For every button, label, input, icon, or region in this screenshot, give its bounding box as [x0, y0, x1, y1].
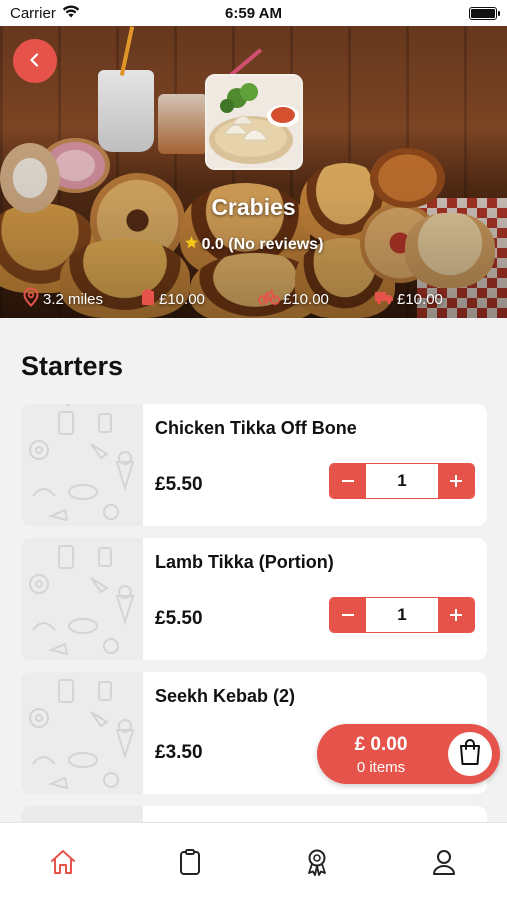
- status-bar: Carrier 6:59 AM: [0, 0, 507, 26]
- restaurant-hero: Crabies 0.0 (No reviews) 3.2 miles £10.0…: [0, 26, 507, 318]
- tab-home[interactable]: [33, 847, 93, 881]
- chevron-left-icon: [27, 52, 43, 71]
- status-time: 6:59 AM: [225, 4, 282, 22]
- menu-item-price: £5.50: [155, 608, 203, 629]
- distance-text: 3.2 miles: [43, 290, 104, 308]
- min-order-text: £10.00: [159, 290, 205, 308]
- cart-total: £ 0.00: [354, 734, 408, 755]
- minus-icon: [341, 467, 355, 495]
- view-cart-button[interactable]: £ 0.00 0 items: [317, 724, 500, 784]
- section-title: Starters: [21, 351, 124, 381]
- tab-orders[interactable]: [160, 847, 220, 881]
- truck-icon: [374, 289, 394, 309]
- restaurant-rating: 0.0 (No reviews): [0, 235, 507, 255]
- menu-item-name: Lamb Tikka (Portion): [155, 552, 334, 572]
- restaurant-thumbnail: [205, 74, 303, 170]
- location-pin-icon: [22, 287, 40, 311]
- food-placeholder-image: [21, 538, 143, 660]
- tab-rewards[interactable]: [287, 847, 347, 881]
- collection-fee-info: £10.00: [258, 289, 374, 309]
- increment-button[interactable]: [438, 464, 474, 498]
- home-icon: [49, 848, 77, 881]
- award-icon: [304, 848, 330, 881]
- cart-icon-badge: [448, 732, 492, 776]
- tab-profile[interactable]: [414, 847, 474, 881]
- distance-info: 3.2 miles: [22, 287, 140, 311]
- carrier-label: Carrier: [10, 4, 56, 22]
- bottom-tab-bar: [0, 822, 507, 900]
- restaurant-info-row: 3.2 miles £10.00 £10.00 £10.00: [22, 287, 493, 311]
- carrier-group: Carrier: [10, 5, 80, 22]
- cart-item-count: 0 items: [356, 759, 406, 776]
- food-placeholder-image: [21, 404, 143, 526]
- back-button[interactable]: [13, 39, 57, 83]
- shopping-bag-icon: [457, 738, 483, 771]
- star-icon: [184, 235, 199, 255]
- quantity-value: 1: [366, 598, 438, 632]
- battery-icon: [469, 6, 500, 20]
- delivery-fee-text: £10.00: [397, 290, 443, 308]
- increment-button[interactable]: [438, 598, 474, 632]
- quantity-value: 1: [366, 464, 438, 498]
- quantity-stepper[interactable]: 1: [329, 597, 475, 633]
- decrement-button[interactable]: [330, 464, 366, 498]
- food-placeholder-image: [21, 672, 143, 794]
- quantity-stepper[interactable]: 1: [329, 463, 475, 499]
- min-order-info: £10.00: [140, 288, 258, 310]
- rating-text: 0.0 (No reviews): [201, 236, 324, 253]
- collection-fee-text: £10.00: [283, 290, 329, 308]
- clipboard-icon: [178, 848, 202, 881]
- delivery-fee-info: £10.00: [374, 289, 443, 309]
- menu-item-name: Chicken Tikka Off Bone: [155, 418, 357, 438]
- plus-icon: [449, 467, 463, 495]
- bag-icon: [140, 288, 156, 310]
- menu-item-name: Seekh Kebab (2): [155, 686, 296, 706]
- menu-item-card[interactable]: Chicken Tikka Off Bone £5.50 1: [21, 404, 487, 526]
- bicycle-icon: [258, 289, 280, 309]
- menu-item-price: £3.50: [155, 742, 203, 763]
- menu-item-price: £5.50: [155, 474, 203, 495]
- decrement-button[interactable]: [330, 598, 366, 632]
- menu-item-card[interactable]: Lamb Tikka (Portion) £5.50 1: [21, 538, 487, 660]
- user-icon: [432, 848, 456, 881]
- restaurant-name: Crabies: [211, 194, 296, 220]
- plus-icon: [449, 601, 463, 629]
- minus-icon: [341, 601, 355, 629]
- wifi-icon: [62, 5, 80, 22]
